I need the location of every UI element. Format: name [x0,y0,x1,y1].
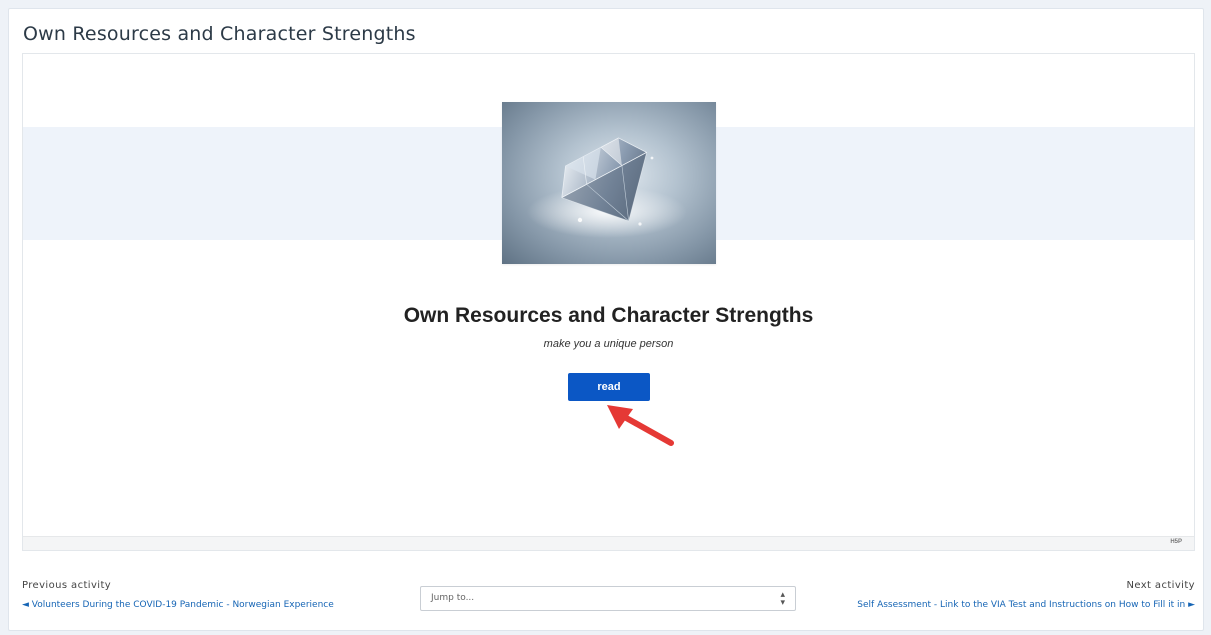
caret-down-icon: ▾ [780,598,785,608]
diamond-image [502,102,716,264]
h5p-footer-bar: H5P [23,536,1194,550]
activity-navigation: Previous activity ◄ Volunteers During th… [9,564,1203,624]
previous-activity-link[interactable]: ◄ Volunteers During the COVID-19 Pandemi… [22,600,334,610]
jump-to-placeholder: Jump to... [431,593,475,603]
next-activity-label: Next activity [1126,580,1195,591]
jump-to-select[interactable]: Jump to... ▴ ▾ [420,586,796,611]
read-button[interactable]: read [568,373,650,401]
red-arrow-icon [607,405,674,446]
next-activity-link[interactable]: Self Assessment - Link to the VIA Test a… [857,600,1195,610]
h5p-content-frame: Own Resources and Character Strengths ma… [22,53,1195,551]
page-title: Own Resources and Character Strengths [23,23,416,45]
activity-headline: Own Resources and Character Strengths [403,304,814,327]
select-caret-icon: ▴ ▾ [780,591,785,608]
activity-page: Own Resources and Character Strengths Ow… [8,8,1204,631]
activity-subline: make you a unique person [543,338,674,350]
h5p-logo[interactable]: H5P [1170,539,1182,545]
previous-activity-label: Previous activity [22,580,112,591]
diamond-illustration [527,137,687,238]
